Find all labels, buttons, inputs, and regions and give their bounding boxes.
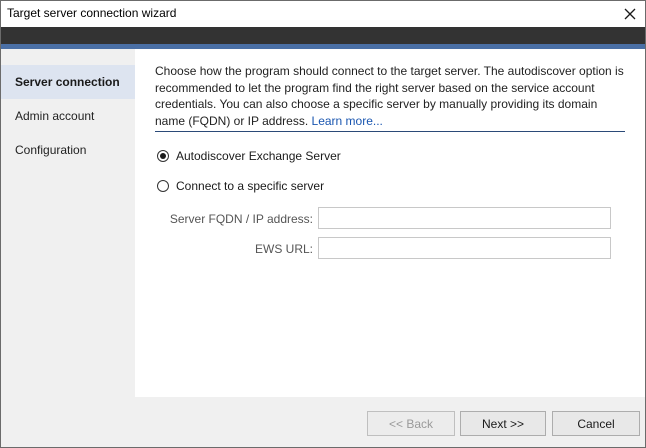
main-panel: Choose how the program should connect to… [135,49,645,397]
autodiscover-radio[interactable] [157,150,169,162]
footer-bar: << Back Next >> Cancel [1,397,645,447]
window-title: Target server connection wizard [7,6,177,20]
description-body: Choose how the program should connect to… [155,64,624,128]
header-banner [1,27,645,49]
specific-server-radio[interactable] [157,180,169,192]
learn-more-link[interactable]: Learn more... [312,114,383,128]
autodiscover-option[interactable]: Autodiscover Exchange Server [157,149,341,163]
back-button[interactable]: << Back [367,411,455,436]
close-button[interactable] [615,1,645,27]
wizard-steps-sidebar: Server connection Admin account Configur… [1,49,135,397]
separator-line [155,131,625,132]
cancel-button[interactable]: Cancel [552,411,640,436]
specific-server-label: Connect to a specific server [176,179,325,193]
ews-url-input[interactable] [318,237,611,259]
description-text: Choose how the program should connect to… [155,63,627,129]
step-admin-account[interactable]: Admin account [1,99,135,133]
step-server-connection[interactable]: Server connection [1,65,135,99]
specific-server-option[interactable]: Connect to a specific server [157,179,324,193]
step-configuration[interactable]: Configuration [1,133,135,167]
fqdn-input[interactable] [318,207,611,229]
next-button[interactable]: Next >> [460,411,546,436]
autodiscover-label: Autodiscover Exchange Server [176,149,341,163]
wizard-window: Target server connection wizard Server c… [0,0,646,448]
close-icon [624,8,636,20]
ews-url-label: EWS URL: [254,242,313,256]
fqdn-label: Server FQDN / IP address: [169,212,313,226]
title-bar: Target server connection wizard [1,1,645,27]
